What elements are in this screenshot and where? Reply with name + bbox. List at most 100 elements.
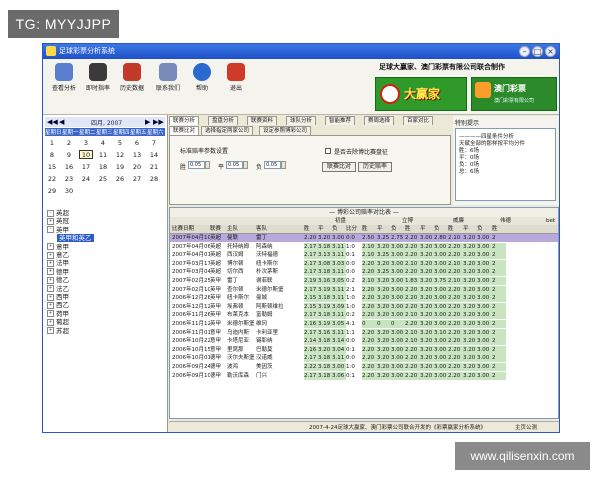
calendar-day[interactable]: 17: [79, 163, 93, 171]
calendar-day[interactable]: 25: [96, 175, 110, 183]
table-row[interactable]: 2007年03月04日英超切尔西朴次茅斯2.173.183.110:02.203…: [170, 268, 558, 277]
calendar-day[interactable]: 26: [113, 175, 127, 183]
calendar-day[interactable]: 19: [113, 163, 127, 171]
table-row[interactable]: 2006年10月01日德甲沃尔夫斯堡汉诺威 2.173.183.110:0 2.20…: [170, 354, 558, 363]
calendar-day[interactable]: 4: [96, 139, 110, 147]
contact-button[interactable]: 联系我们: [153, 63, 183, 92]
table-row[interactable]: 2006年10月22日意甲卡塔尼亚锡耶纳2.143.183.140:02.203…: [170, 337, 558, 346]
calendar-day[interactable]: 5: [113, 139, 127, 147]
minimize-button[interactable]: –: [519, 46, 530, 57]
calendar-day[interactable]: 27: [130, 175, 144, 183]
column-header[interactable]: 平: [420, 225, 426, 233]
calendar-day[interactable]: 9: [62, 151, 76, 159]
column-header[interactable]: 平: [463, 225, 469, 233]
calendar-day[interactable]: 11: [96, 151, 110, 159]
calendar-day[interactable]: 29: [45, 187, 59, 195]
tab-sub[interactable]: 选择指定两家公司: [201, 126, 254, 135]
calendar-day[interactable]: 7: [147, 139, 161, 147]
table-row[interactable]: 2007年04月06日英超托特纳姆阿森纳2.173.183.111:02.103…: [170, 242, 558, 251]
table-row[interactable]: 2006年11月01日意甲乌迪内斯卡利亚里 2.173.163.111:1 2.20…: [170, 328, 558, 337]
calendar-day[interactable]: 8: [45, 151, 59, 159]
exit-button[interactable]: 退出: [221, 63, 251, 92]
column-header[interactable]: 比赛日期: [172, 225, 194, 233]
calendar-day[interactable]: 1: [45, 139, 59, 147]
column-header[interactable]: 胜: [405, 225, 411, 233]
table-row[interactable]: 2007年02月10日英甲查尔顿 米德尔斯堡 2.173.193.112:1 2.20…: [170, 285, 558, 294]
loss-threshold-input[interactable]: 0.05: [264, 161, 281, 169]
table-row[interactable]: 2006年11月26日英甲布莱克本富勒姆2.173.183.110:22.203…: [170, 311, 558, 320]
table-row[interactable]: 2006年09月24日德甲波鸿美因茨2.223.183.001:02.203.2…: [170, 363, 558, 371]
calendar-day[interactable]: 21: [147, 163, 161, 171]
calendar-day[interactable]: 22: [45, 175, 59, 183]
help-button[interactable]: 帮助: [187, 63, 217, 92]
column-header[interactable]: 平: [377, 225, 383, 233]
calendar-day[interactable]: 20: [130, 163, 144, 171]
column-header[interactable]: 负: [391, 225, 397, 233]
draw-threshold-input[interactable]: 0.05: [226, 161, 243, 169]
calendar-day[interactable]: 6: [130, 139, 144, 147]
tab-top[interactable]: 盘盘分析: [208, 116, 239, 125]
collapse-icon[interactable]: –: [47, 226, 54, 234]
column-header[interactable]: 平: [318, 225, 324, 233]
calendar-day[interactable]: 12: [113, 151, 127, 159]
calendar-day[interactable]: 24: [79, 175, 93, 183]
tab-sub[interactable]: 设定参照博彩公司: [259, 126, 312, 135]
win-threshold-input[interactable]: 0.05: [188, 161, 205, 169]
table-row[interactable]: 2006年10月15日意甲里窝那巴勒莫2.163.203.040:12.203.…: [170, 345, 558, 354]
tab-sub[interactable]: 联赛比对: [169, 126, 200, 135]
history-data-button[interactable]: 历史数据: [117, 63, 147, 92]
table-row[interactable]: 2007年02月25日英甲雷丁谢菲联2.193.163.050:22.103.2…: [170, 277, 558, 285]
exclude-checkbox[interactable]: [325, 148, 331, 154]
history-odds-button[interactable]: 历史赔率: [358, 162, 393, 172]
column-header[interactable]: 主队: [227, 225, 238, 233]
win-spinner[interactable]: [205, 161, 210, 169]
tab-top[interactable]: 赛周选择: [364, 116, 395, 125]
draw-spinner[interactable]: [243, 161, 248, 169]
maximize-button[interactable]: □: [532, 46, 543, 57]
expand-icon[interactable]: +: [47, 327, 54, 335]
column-header[interactable]: 胜: [362, 225, 368, 233]
ad-banner-dayingjia[interactable]: 大赢家: [375, 77, 467, 111]
column-header[interactable]: 胜: [448, 225, 454, 233]
compare-button[interactable]: 联赛比对: [322, 162, 357, 172]
prev-month-button[interactable]: ◀: [59, 118, 64, 126]
calendar-day[interactable]: 15: [45, 163, 59, 171]
calendar-day[interactable]: 3: [79, 139, 93, 147]
live-odds-button[interactable]: 即时指率: [83, 63, 113, 92]
calendar-day[interactable]: 23: [62, 175, 76, 183]
ad-banner-macau[interactable]: 澳门彩票 澳门彩票有限公司: [471, 77, 557, 111]
column-header[interactable]: 比分: [346, 225, 357, 233]
column-header[interactable]: 胜: [304, 225, 310, 233]
loss-spinner[interactable]: [281, 161, 286, 169]
next-month-button[interactable]: ▶: [145, 118, 150, 126]
calendar-day[interactable]: 18: [96, 163, 110, 171]
view-analysis-button[interactable]: 查看分析: [49, 63, 79, 92]
column-header[interactable]: 客队: [256, 225, 267, 233]
table-row[interactable]: 2006年09月10日德甲勒沃库森门兴2.173.183.060:12.203.…: [170, 371, 558, 380]
tab-top[interactable]: 智能推荐: [325, 116, 356, 125]
calendar-day[interactable]: 2: [62, 139, 76, 147]
calendar-day[interactable]: 14: [147, 151, 161, 159]
prev-year-button[interactable]: ◀◀: [47, 118, 58, 126]
tree-node[interactable]: + 苏超: [47, 325, 69, 335]
table-row[interactable]: 2007年03月17日英超博尔顿纽卡斯尔2.173.083.030:02.203…: [170, 259, 558, 268]
table-row[interactable]: 2006年11月12日英甲米德尔斯堡维冈2.163.193.054:10002.…: [170, 320, 558, 328]
column-header[interactable]: 负: [332, 225, 338, 233]
column-header[interactable]: 胜: [492, 225, 498, 233]
column-header[interactable]: 联赛: [210, 225, 221, 233]
tab-top[interactable]: 联赛资料: [247, 116, 278, 125]
table-row[interactable]: 2007年04月10日英超曼联雷丁2.203.203.000:02.503.25…: [170, 234, 558, 242]
close-button[interactable]: ×: [545, 46, 556, 57]
tab-top[interactable]: 百家对比: [403, 116, 434, 125]
tab-top[interactable]: 联赛分析: [169, 116, 200, 125]
table-row[interactable]: 2006年12月12日英甲埃弗顿 阿斯顿维拉 2.153.193.091:0 2.20…: [170, 302, 558, 311]
table-row[interactable]: 2006年12月26日英甲纽卡斯尔曼城2.153.183.111:02.203.…: [170, 294, 558, 303]
calendar-day[interactable]: 16: [62, 163, 76, 171]
calendar-day[interactable]: 30: [62, 187, 76, 195]
calendar-day[interactable]: 13: [130, 151, 144, 159]
column-header[interactable]: 负: [434, 225, 440, 233]
table-row[interactable]: 2007年04月01日英超西汉姆沃特福德2.173.133.110:12.103…: [170, 251, 558, 260]
next-year-button[interactable]: ▶▶: [153, 118, 164, 126]
calendar-day[interactable]: 28: [147, 175, 161, 183]
tab-top[interactable]: 球队分析: [286, 116, 317, 125]
